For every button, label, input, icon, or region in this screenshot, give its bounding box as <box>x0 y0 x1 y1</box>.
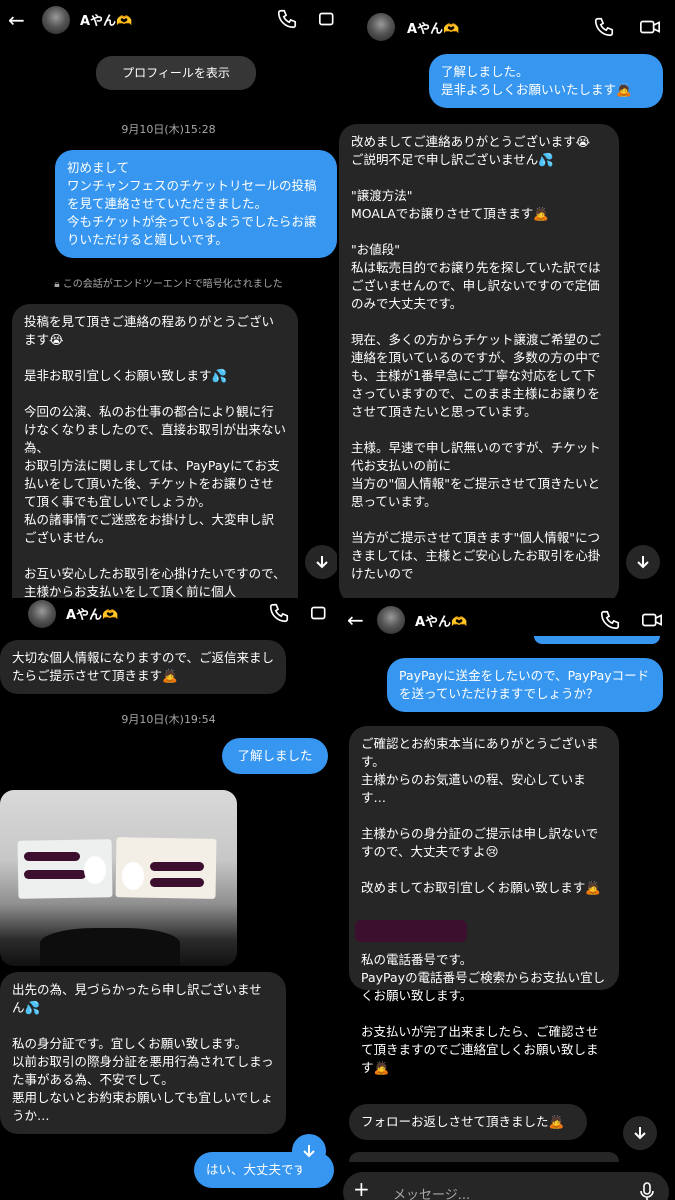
redacted-phone-number <box>355 920 467 942</box>
encryption-notice: 🔒︎ この会話がエンドツーエンドで暗号化されました <box>0 275 337 290</box>
chat-panel-3: Aやん🫶 大切な個人情報になりますので、ご返信来ましたらご提示させて頂きます🙇 … <box>0 600 337 1200</box>
phone-icon[interactable] <box>268 602 290 624</box>
avatar[interactable] <box>42 6 70 34</box>
incoming-message[interactable]: 改めましてご連絡ありがとうございます😭 ご説明不足で申し訳ございません💦 "譲渡… <box>339 124 619 598</box>
redaction-mark <box>24 870 86 879</box>
scroll-down-button[interactable] <box>626 545 660 579</box>
chat-panel-2: Aやん🫶 了解しました。 是非よろしくお願いいたします🙇 改めましてご連絡ありが… <box>339 0 675 598</box>
video-call-icon[interactable] <box>639 16 661 38</box>
lock-icon: 🔒︎ <box>54 279 63 290</box>
id-photo-image[interactable] <box>0 790 237 966</box>
video-call-icon[interactable] <box>318 8 337 30</box>
scroll-down-button[interactable] <box>292 1134 326 1168</box>
previous-message-edge <box>534 636 660 644</box>
avatar[interactable] <box>377 606 405 634</box>
back-arrow-icon[interactable]: ← <box>347 610 364 630</box>
face-blur <box>84 856 106 884</box>
contact-name[interactable]: Aやん🫶 <box>80 10 132 29</box>
incoming-message[interactable]: 投稿を見て頂きご連絡の程ありがとうございます😭 是非お取引宜しくお願い致します💦… <box>12 304 298 598</box>
back-arrow-icon[interactable]: ← <box>8 10 25 30</box>
chat-header: ← Aやん🫶 <box>0 0 337 44</box>
contact-name[interactable]: Aやん🫶 <box>415 611 467 630</box>
timestamp: 9月10日(木)19:54 <box>121 713 216 726</box>
phone-icon[interactable] <box>593 16 615 38</box>
add-attachment-icon[interactable]: + <box>353 1177 370 1200</box>
chat-header: Aやん🫶 <box>0 600 337 644</box>
avatar[interactable] <box>28 600 56 628</box>
message-input[interactable]: メッセージ... <box>393 1184 470 1200</box>
chat-header: Aやん🫶 <box>339 0 675 44</box>
incoming-message[interactable]: 出先の為、見づらかったら申し訳ございません💦 私の身分証です。宜しくお願い致しま… <box>0 972 286 1134</box>
outgoing-message[interactable]: PayPayに送金をしたいので、PayPayコードを送っていただけますでしょうか… <box>387 658 663 712</box>
redaction-mark <box>150 878 204 887</box>
phone-icon[interactable] <box>276 8 298 30</box>
encryption-notice-text: この会話がエンドツーエンドで暗号化されました <box>62 279 283 290</box>
redaction-mark <box>150 862 204 871</box>
video-call-icon[interactable] <box>641 609 663 631</box>
message-composer: + メッセージ... <box>343 1172 669 1200</box>
chat-panel-4: ← Aやん🫶 PayPayに送金をしたいので、PayPayコードを送っていただけ… <box>339 600 675 1200</box>
face-blur <box>122 862 144 890</box>
redaction-mark <box>24 852 80 861</box>
incoming-message[interactable]: フォローお返しさせて頂きました🙇 <box>349 1104 587 1140</box>
contact-name[interactable]: Aやん🫶 <box>407 18 459 37</box>
timestamp: 9月10日(木)15:28 <box>121 123 216 136</box>
arrow-down-icon <box>303 1145 315 1158</box>
incoming-message[interactable]: ご確認とお約束本当にありがとうございます。 主様からのお気遣いの程、安心していま… <box>349 726 619 1075</box>
chat-panel-1: ← Aやん🫶 プロフィールを表示 9月10日(木)15:28 初めまして ワンチ… <box>0 0 337 598</box>
microphone-icon[interactable] <box>639 1182 655 1200</box>
arrow-down-icon <box>637 556 649 569</box>
arrow-down-icon <box>634 1127 646 1140</box>
outgoing-message[interactable]: 了解しました。 是非よろしくお願いいたします🙇 <box>429 54 663 108</box>
shadow-shape <box>40 928 180 966</box>
incoming-message[interactable]: 大切な個人情報になりますので、ご返信来ましたらご提示させて頂きます🙇 <box>0 640 286 694</box>
outgoing-message[interactable]: 了解しました <box>222 738 328 774</box>
scroll-down-button[interactable] <box>623 1116 657 1150</box>
arrow-down-icon <box>316 556 328 569</box>
contact-name[interactable]: Aやん🫶 <box>66 604 118 623</box>
scroll-down-button[interactable] <box>305 545 337 579</box>
video-call-icon[interactable] <box>310 602 332 624</box>
avatar[interactable] <box>367 13 395 41</box>
next-message-edge <box>349 1152 619 1162</box>
view-profile-button[interactable]: プロフィールを表示 <box>96 56 256 90</box>
phone-icon[interactable] <box>599 609 621 631</box>
outgoing-message[interactable]: 初めまして ワンチャンフェスのチケットリセールの投稿を見て連絡させていただきまし… <box>55 150 337 258</box>
